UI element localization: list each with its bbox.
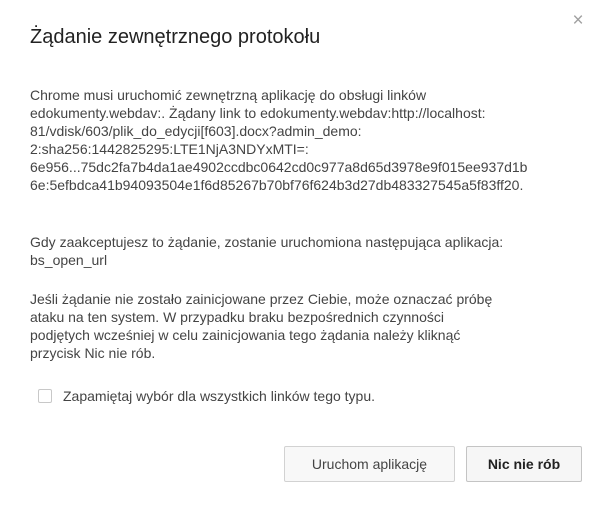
description-line: edokumenty.webdav:. Żądany link to edoku… bbox=[30, 105, 486, 121]
application-name: bs_open_url bbox=[30, 252, 108, 268]
external-protocol-dialog: × Żądanie zewnętrznego protokołu Chrome … bbox=[0, 0, 605, 506]
warning-line: podjętych wcześniej w celu zainicjowania… bbox=[30, 327, 461, 343]
protocol-description: Chrome musi uruchomić zewnętrzną aplikac… bbox=[30, 86, 590, 194]
security-warning: Jeśli żądanie nie zostało zainicjowane p… bbox=[30, 290, 590, 362]
dialog-title: Żądanie zewnętrznego protokołu bbox=[30, 26, 321, 48]
remember-choice-row[interactable]: Zapamiętaj wybór dla wszystkich linków t… bbox=[38, 388, 375, 404]
remember-choice-label[interactable]: Zapamiętaj wybór dla wszystkich linków t… bbox=[63, 388, 375, 404]
warning-line: Jeśli żądanie nie zostało zainicjowane p… bbox=[30, 291, 493, 307]
warning-line: ataku na ten system. W przypadku braku b… bbox=[30, 309, 444, 325]
remember-choice-checkbox[interactable] bbox=[38, 389, 52, 403]
application-info: Gdy zaakceptujesz to żądanie, zostanie u… bbox=[30, 233, 590, 269]
description-line: 2:sha256:1442825295:LTE1NjA3NDYxMTI=: bbox=[30, 141, 309, 157]
application-info-line: Gdy zaakceptujesz to żądanie, zostanie u… bbox=[30, 234, 504, 250]
description-line: 6e:5efbdca41b94093504e1f6d85267b70bf76f6… bbox=[30, 177, 524, 193]
launch-application-button[interactable]: Uruchom aplikację bbox=[284, 446, 455, 482]
description-line: Chrome musi uruchomić zewnętrzną aplikac… bbox=[30, 87, 427, 103]
close-icon[interactable]: × bbox=[569, 11, 587, 30]
description-line: 81/vdisk/603/plik_do_edycji[f603].docx?a… bbox=[30, 123, 362, 139]
warning-line: przycisk Nic nie rób. bbox=[30, 345, 156, 361]
do-nothing-button[interactable]: Nic nie rób bbox=[466, 446, 582, 482]
description-line: 6e956...75dc2fa7b4da1ae4902ccdbc0642cd0c… bbox=[30, 159, 528, 175]
